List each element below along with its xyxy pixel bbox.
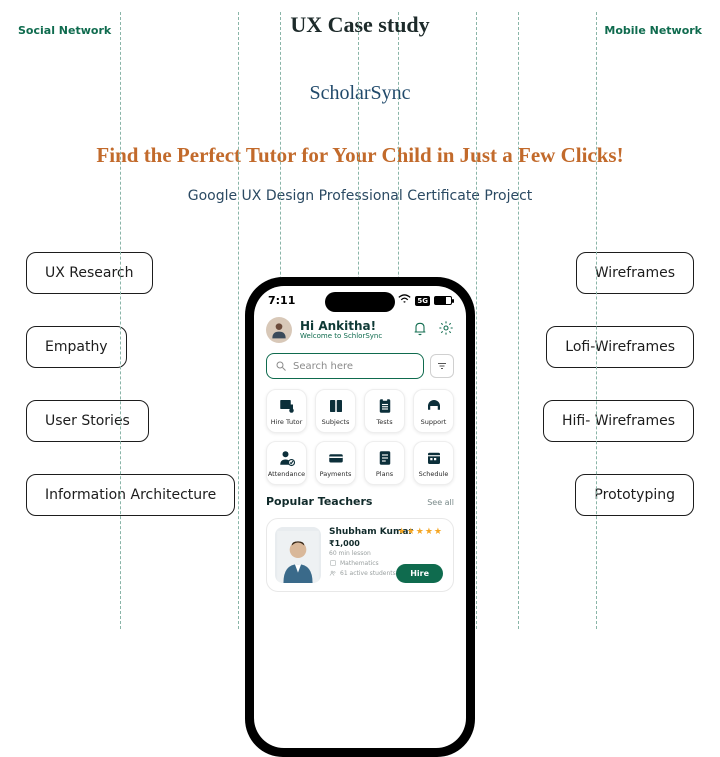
bell-icon[interactable] xyxy=(412,320,428,340)
tile-plans[interactable]: Plans xyxy=(364,441,405,485)
tile-hire-tutor[interactable]: Hire Tutor xyxy=(266,389,307,433)
phone-mockup: 7:11 5G Hi Ankitha! Welcome to SchlorSyn… xyxy=(245,277,475,757)
mobile-network-label: Mobile Network xyxy=(604,24,702,37)
search-placeholder: Search here xyxy=(293,361,353,372)
chip-information-architecture: Information Architecture xyxy=(26,474,235,516)
tile-label: Tests xyxy=(376,418,392,426)
tile-label: Schedule xyxy=(419,470,449,478)
filter-button[interactable] xyxy=(430,354,454,378)
teacher-photo xyxy=(275,527,321,583)
category-grid: Hire Tutor Subjects Tests Support Attend… xyxy=(266,389,454,485)
teacher-price: ₹1,000 xyxy=(329,539,445,548)
tile-label: Hire Tutor xyxy=(271,418,303,426)
search-icon xyxy=(275,360,287,372)
status-time: 7:11 xyxy=(268,294,295,307)
teacher-subject: Mathematics xyxy=(340,560,379,567)
chip-prototyping: Prototyping xyxy=(575,474,694,516)
subtitle: Google UX Design Professional Certificat… xyxy=(0,188,720,204)
tile-schedule[interactable]: Schedule xyxy=(413,441,454,485)
book-icon xyxy=(329,559,337,567)
social-network-label: Social Network xyxy=(18,24,111,37)
tile-support[interactable]: Support xyxy=(413,389,454,433)
chip-user-stories: User Stories xyxy=(26,400,149,442)
brand-name: ScholarSync xyxy=(0,82,720,105)
phone-notch xyxy=(325,292,395,312)
chip-lofi-wireframes: Lofi-Wireframes xyxy=(546,326,694,368)
teacher-lesson: 60 min lesson xyxy=(329,550,445,557)
chip-wireframes: Wireframes xyxy=(576,252,694,294)
users-icon xyxy=(329,569,337,577)
tile-attendance[interactable]: Attendance xyxy=(266,441,307,485)
chips-left: UX Research Empathy User Stories Informa… xyxy=(26,252,235,516)
greeting: Hi Ankitha! xyxy=(300,320,404,333)
avatar[interactable] xyxy=(266,317,292,343)
tile-label: Subjects xyxy=(322,418,350,426)
tile-tests[interactable]: Tests xyxy=(364,389,405,433)
gear-icon[interactable] xyxy=(438,320,454,340)
teacher-card[interactable]: Shubham Kumar ₹1,000 60 min lesson Mathe… xyxy=(266,518,454,592)
rating-stars: ★★★★★ xyxy=(398,527,443,537)
network-badge: 5G xyxy=(415,296,430,306)
wifi-icon xyxy=(398,294,411,307)
tile-payments[interactable]: Payments xyxy=(315,441,356,485)
chip-ux-research: UX Research xyxy=(26,252,153,294)
see-all-link[interactable]: See all xyxy=(427,498,454,507)
battery-icon xyxy=(434,296,452,305)
popular-teachers-title: Popular Teachers xyxy=(266,495,372,508)
teacher-students: 61 active students xyxy=(340,570,396,577)
chip-empathy: Empathy xyxy=(26,326,127,368)
chip-hifi-wireframes: Hifi- Wireframes xyxy=(543,400,694,442)
tile-label: Plans xyxy=(376,470,393,478)
greeting-sub: Welcome to SchlorSync xyxy=(300,333,404,341)
tile-label: Payments xyxy=(320,470,352,478)
tile-label: Support xyxy=(421,418,447,426)
tile-label: Attendance xyxy=(268,470,305,478)
tagline: Find the Perfect Tutor for Your Child in… xyxy=(0,143,720,168)
chips-right: Wireframes Lofi-Wireframes Hifi- Wirefra… xyxy=(543,252,694,516)
hire-button[interactable]: Hire xyxy=(396,564,443,583)
tile-subjects[interactable]: Subjects xyxy=(315,389,356,433)
search-input[interactable]: Search here xyxy=(266,353,424,379)
